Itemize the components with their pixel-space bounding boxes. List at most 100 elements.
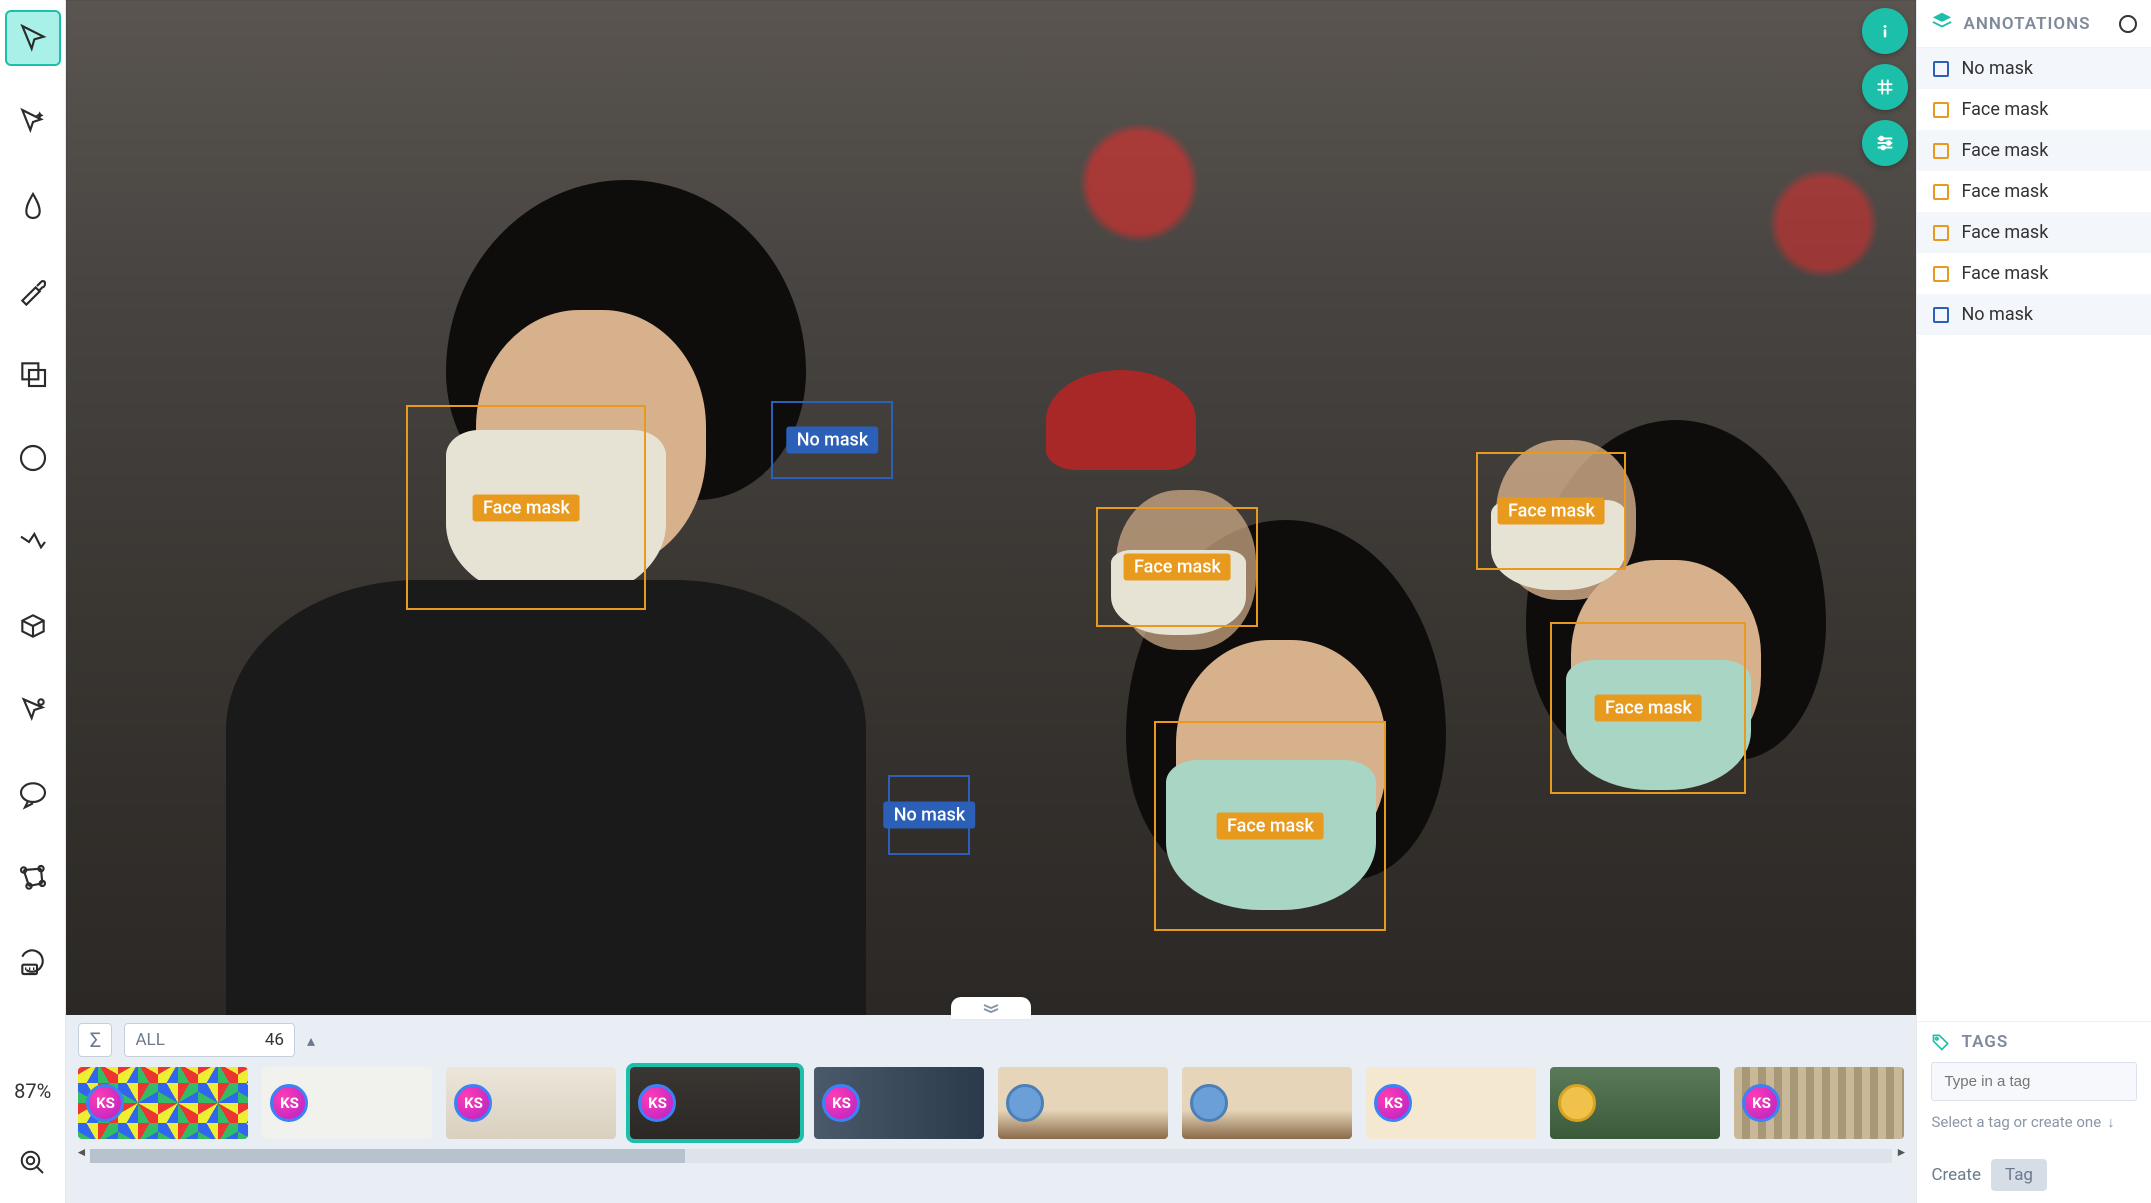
annotation-label: Face mask [1961, 181, 2048, 202]
annotation-color-swatch [1933, 102, 1949, 118]
annotation-item[interactable]: Face mask [1917, 212, 2151, 253]
annotation-color-swatch [1933, 184, 1949, 200]
bbox-label[interactable]: Face mask [473, 494, 580, 521]
annotation-item[interactable]: Face mask [1917, 253, 2151, 294]
annotation-label: Face mask [1961, 222, 2048, 243]
thumbnail-avatar: KS [822, 1084, 860, 1122]
circle-tool[interactable] [5, 430, 61, 486]
annotation-item[interactable]: Face mask [1917, 171, 2151, 212]
arrow-down-icon: ↓ [2107, 1113, 2115, 1131]
settings-button[interactable] [1862, 120, 1908, 166]
person-shape [1566, 660, 1751, 790]
annotation-color-swatch [1933, 225, 1949, 241]
pen-tool[interactable] [5, 178, 61, 234]
thumbnail[interactable]: KS [262, 1067, 432, 1139]
pointer-tool[interactable] [5, 10, 61, 66]
annotations-title: ANNOTATIONS [1963, 14, 2090, 34]
thumbnail-avatar: KS [1374, 1084, 1412, 1122]
thumbnail[interactable] [1182, 1067, 1352, 1139]
scroll-left-button[interactable]: ◄ [72, 1145, 90, 1159]
thumbnail[interactable]: KS [446, 1067, 616, 1139]
thumbnail-strip: KS KS KS KS KS KS KS [66, 1061, 1916, 1145]
tags-title: TAGS [1961, 1032, 2008, 1052]
tag-actions: Create Tag [1917, 1147, 2151, 1203]
graph-tool[interactable] [5, 850, 61, 906]
filter-count: 46 [265, 1030, 284, 1050]
annotation-item[interactable]: Face mask [1917, 130, 2151, 171]
keypoint-tool[interactable] [5, 682, 61, 738]
filter-chevron-up-icon[interactable]: ▴ [307, 1031, 315, 1050]
brush-tool[interactable] [5, 262, 61, 318]
bbox-label[interactable]: Face mask [1217, 813, 1324, 840]
sigma-button[interactable]: Σ [78, 1023, 112, 1057]
annotation-color-swatch [1933, 143, 1949, 159]
create-tag-button[interactable]: Create [1931, 1165, 1981, 1185]
tags-header: TAGS [1931, 1032, 2137, 1052]
comment-tool[interactable] [5, 766, 61, 822]
thumbnail[interactable] [1550, 1067, 1720, 1139]
left-toolbar: 87% [0, 0, 66, 1203]
thumbnail[interactable]: KS [1366, 1067, 1536, 1139]
thumbnail[interactable]: KS [78, 1067, 248, 1139]
annotation-color-swatch [1933, 266, 1949, 282]
canvas[interactable]: Face mask No mask Face mask Face mask Face m… [66, 0, 1916, 1015]
annotation-label: Face mask [1961, 99, 2048, 120]
bbox-label[interactable]: Face mask [1498, 498, 1605, 525]
bbox-label[interactable]: No mask [787, 427, 879, 454]
annotations-toggle-icon[interactable] [2119, 15, 2137, 33]
copy-tool[interactable] [5, 346, 61, 402]
thumbnail-avatar: KS [86, 1084, 124, 1122]
thumbnail-avatar: KS [638, 1084, 676, 1122]
annotations-header: ANNOTATIONS [1917, 0, 2151, 48]
text-annotation-tool[interactable] [5, 934, 61, 990]
bbox-label[interactable]: Face mask [1595, 695, 1702, 722]
annotation-label: No mask [1961, 304, 2033, 325]
scrollbar-track[interactable] [90, 1149, 1892, 1163]
filter-dropdown[interactable]: ALL 46 [124, 1023, 295, 1057]
annotation-label: Face mask [1961, 263, 2048, 284]
scroll-right-button[interactable]: ► [1892, 1145, 1910, 1159]
zoom-level: 87% [14, 1079, 51, 1103]
bbox-label[interactable]: Face mask [1124, 554, 1231, 581]
cube-tool[interactable] [5, 598, 61, 654]
person-shape [226, 580, 866, 1015]
filmstrip-filter-row: Σ ALL 46 ▴ [66, 1015, 1916, 1061]
shortcuts-button[interactable] [1862, 64, 1908, 110]
tag-hint: Select a tag or create one ↓ [1931, 1113, 2137, 1131]
filter-label: ALL [135, 1030, 164, 1050]
magic-wand-tool[interactable] [5, 94, 61, 150]
thumbnail-avatar [1006, 1084, 1044, 1122]
annotation-item[interactable]: Face mask [1917, 89, 2151, 130]
thumbnail[interactable]: KS [814, 1067, 984, 1139]
thumbnail-avatar: KS [454, 1084, 492, 1122]
annotation-color-swatch [1933, 61, 1949, 77]
filmstrip: Σ ALL 46 ▴ KS KS KS KS KS KS KS ◄ ► [66, 1015, 1916, 1203]
bbox-label[interactable]: No mask [884, 802, 976, 829]
annotation-label: No mask [1961, 58, 2033, 79]
zoom-reset-button[interactable] [5, 1135, 61, 1191]
tag-input[interactable] [1931, 1062, 2137, 1101]
info-button[interactable] [1862, 8, 1908, 54]
thumbnail-avatar [1190, 1084, 1228, 1122]
filmstrip-collapse-handle[interactable] [951, 997, 1031, 1019]
annotation-label: Face mask [1961, 140, 2048, 161]
app-root: 87% Face mask No mask Face mask [0, 0, 2151, 1203]
tags-section: TAGS Select a tag or create one ↓ [1917, 1021, 2151, 1147]
thumbnail-avatar: KS [270, 1084, 308, 1122]
main-area: Face mask No mask Face mask Face mask Face m… [66, 0, 1916, 1203]
annotation-item[interactable]: No mask [1917, 48, 2151, 89]
apply-tag-button[interactable]: Tag [1991, 1159, 2047, 1191]
thumbnail[interactable]: KS [630, 1067, 800, 1139]
thumbnail[interactable]: KS [1734, 1067, 1904, 1139]
annotation-item[interactable]: No mask [1917, 294, 2151, 335]
annotation-list: No mask Face mask Face mask Face mask Face m… [1917, 48, 2151, 335]
layers-icon [1931, 10, 1953, 37]
polyline-tool[interactable] [5, 514, 61, 570]
canvas-float-buttons [1862, 8, 1908, 166]
thumbnail[interactable] [998, 1067, 1168, 1139]
sigma-icon: Σ [90, 1028, 101, 1052]
annotation-color-swatch [1933, 307, 1949, 323]
thumbnail-avatar: KS [1742, 1084, 1780, 1122]
scrollbar-thumb[interactable] [90, 1149, 685, 1163]
person-shape [1046, 370, 1196, 470]
